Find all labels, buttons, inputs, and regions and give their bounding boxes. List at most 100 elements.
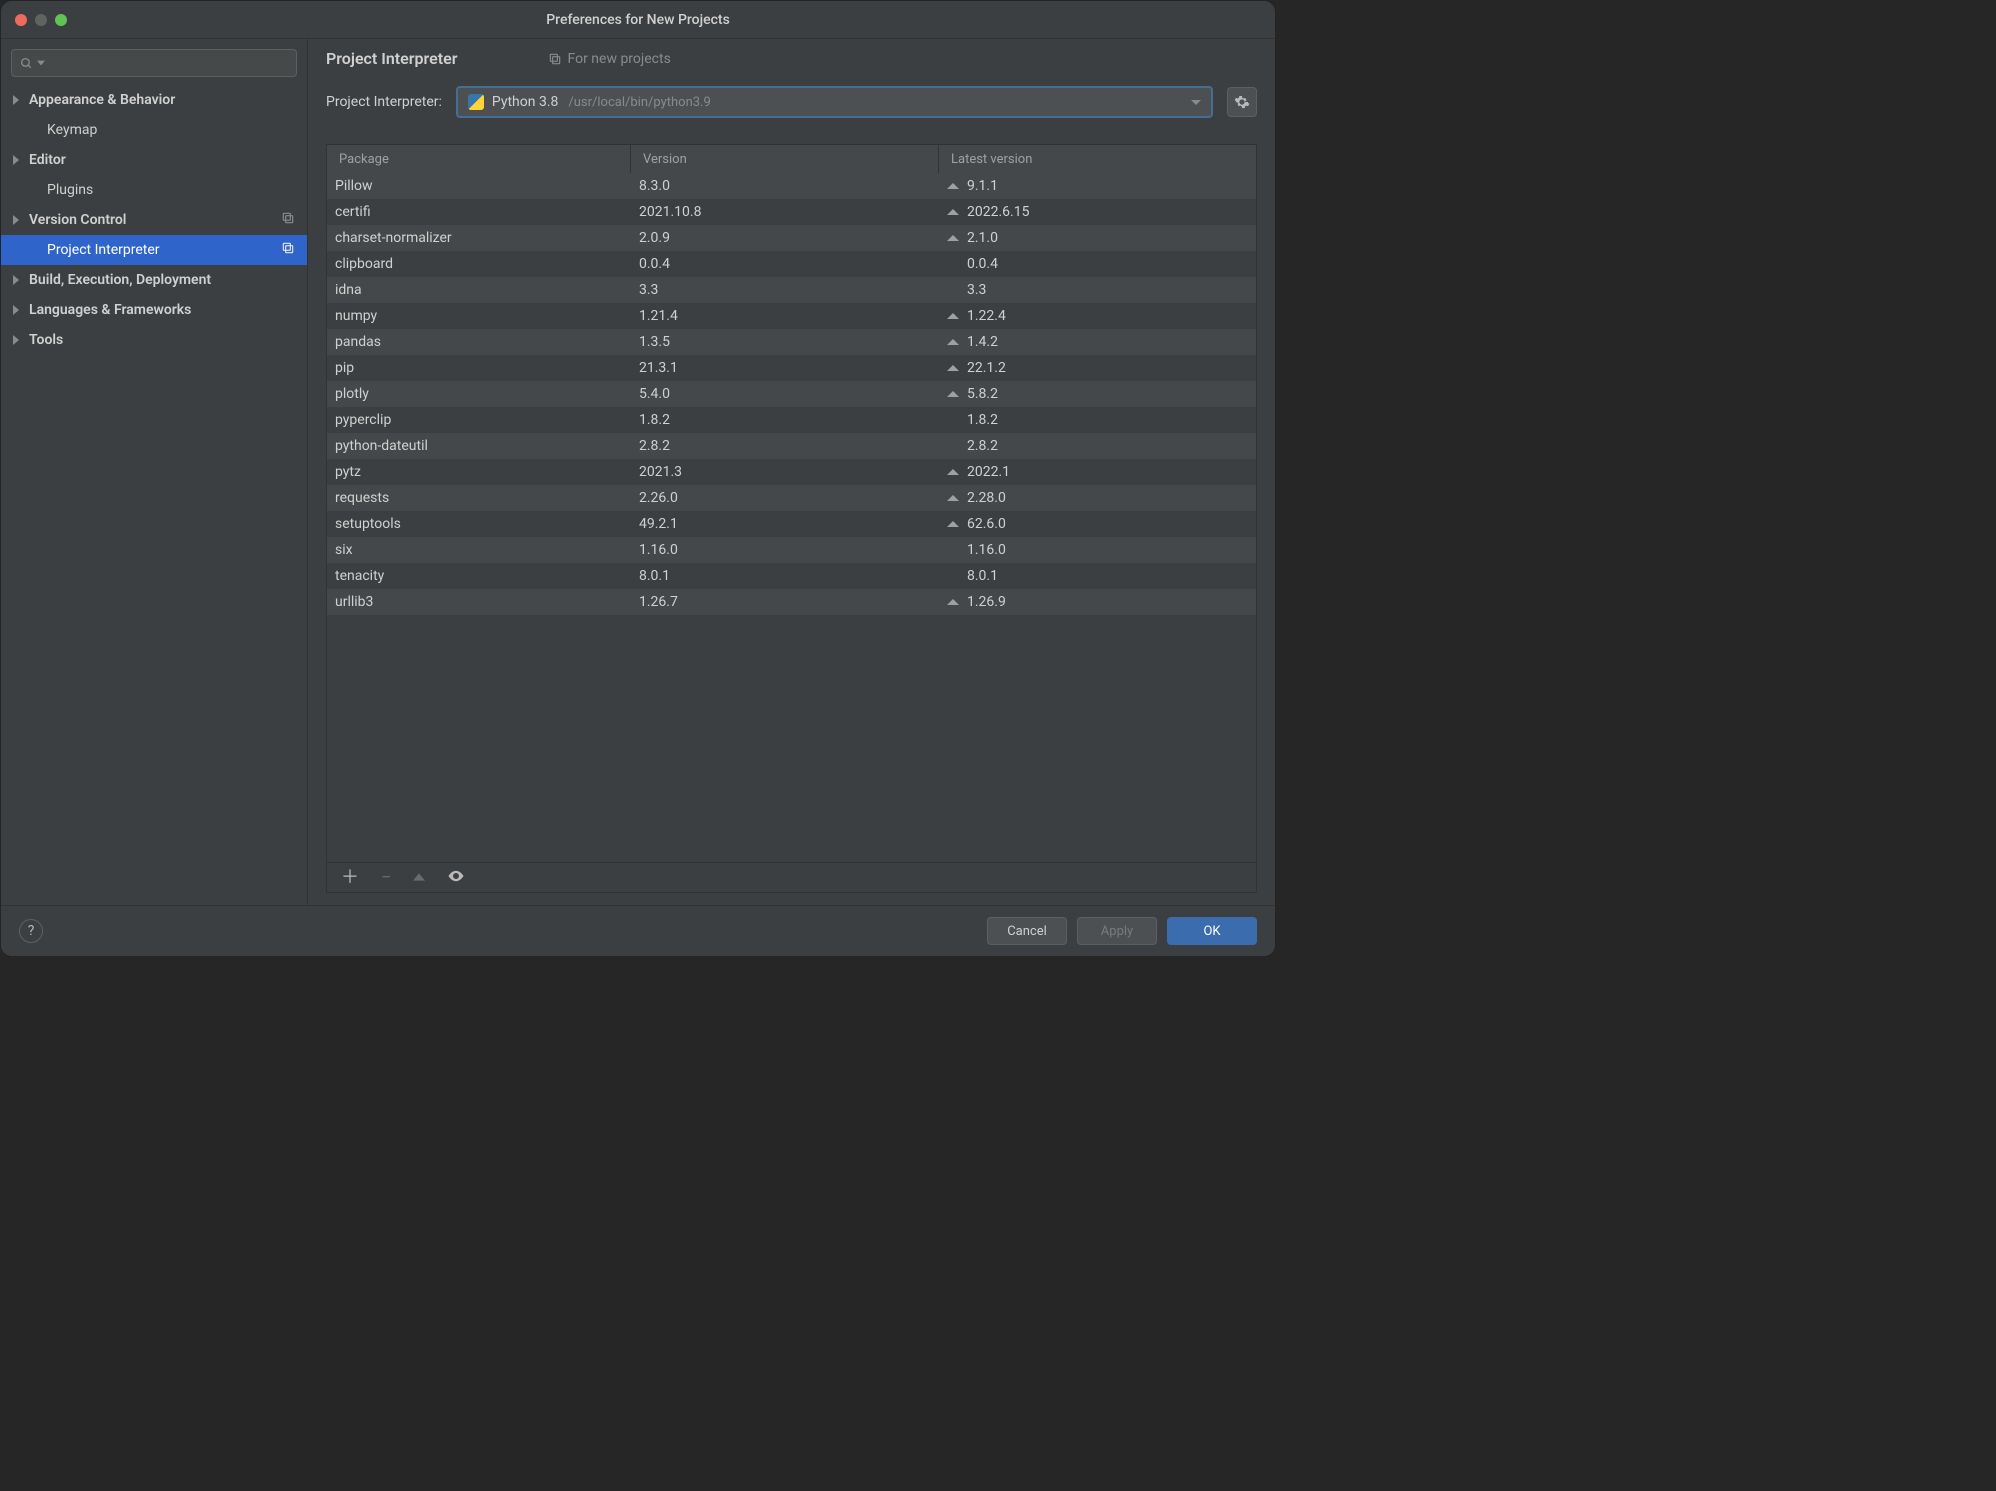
- cell-version: 2.26.0: [631, 490, 939, 506]
- sidebar-item-appearance-behavior[interactable]: Appearance & Behavior: [1, 85, 307, 115]
- cell-version: 8.0.1: [631, 568, 939, 584]
- table-row[interactable]: pip21.3.122.1.2: [327, 355, 1256, 381]
- cell-package: requests: [327, 490, 631, 506]
- sidebar-item-editor[interactable]: Editor: [1, 145, 307, 175]
- search-field[interactable]: [49, 55, 288, 72]
- cell-latest: 5.8.2: [939, 386, 1256, 402]
- cell-version: 8.3.0: [631, 178, 939, 194]
- cell-latest: 2022.1: [939, 464, 1256, 480]
- table-row[interactable]: tenacity8.0.18.0.1: [327, 563, 1256, 589]
- sidebar: Appearance & Behavior Keymap EditorPlugins…: [1, 39, 308, 905]
- help-button[interactable]: ?: [19, 919, 43, 943]
- cell-package: pytz: [327, 464, 631, 480]
- main-panel: Project Interpreter For new projects Pro…: [308, 39, 1275, 905]
- upgrade-package-button[interactable]: [413, 869, 425, 887]
- upgrade-available-icon: [947, 365, 959, 371]
- interpreter-label: Project Interpreter:: [326, 94, 442, 110]
- cell-version: 0.0.4: [631, 256, 939, 272]
- cell-package: pip: [327, 360, 631, 376]
- upgrade-available-icon: [947, 599, 959, 605]
- sidebar-item-plugins[interactable]: Plugins: [1, 175, 307, 205]
- cell-version: 21.3.1: [631, 360, 939, 376]
- show-early-releases-button[interactable]: [447, 867, 465, 889]
- table-body: Pillow8.3.09.1.1certifi2021.10.82022.6.1…: [327, 173, 1256, 862]
- cell-package: pyperclip: [327, 412, 631, 428]
- upgrade-available-icon: [947, 521, 959, 527]
- sidebar-item-project-interpreter[interactable]: Project Interpreter: [1, 235, 307, 265]
- table-row[interactable]: six1.16.01.16.0: [327, 537, 1256, 563]
- table-row[interactable]: pandas1.3.51.4.2: [327, 329, 1256, 355]
- cell-version: 3.3: [631, 282, 939, 298]
- table-row[interactable]: numpy1.21.41.22.4: [327, 303, 1256, 329]
- chevron-right-icon: [13, 215, 19, 225]
- cancel-button[interactable]: Cancel: [987, 917, 1067, 945]
- cell-latest: 1.16.0: [939, 542, 1256, 558]
- cell-version: 49.2.1: [631, 516, 939, 532]
- table-row[interactable]: Pillow8.3.09.1.1: [327, 173, 1256, 199]
- cell-latest: 62.6.0: [939, 516, 1256, 532]
- table-row[interactable]: idna3.33.3: [327, 277, 1256, 303]
- table-row[interactable]: python-dateutil2.8.22.8.2: [327, 433, 1256, 459]
- sidebar-item-label: Build, Execution, Deployment: [29, 272, 211, 288]
- search-input[interactable]: [11, 49, 297, 77]
- titlebar: Preferences for New Projects: [1, 1, 1275, 39]
- sidebar-item-label: Tools: [29, 332, 63, 348]
- table-row[interactable]: pyperclip1.8.21.8.2: [327, 407, 1256, 433]
- cell-package: charset-normalizer: [327, 230, 631, 246]
- table-row[interactable]: charset-normalizer2.0.92.1.0: [327, 225, 1256, 251]
- interpreter-dropdown[interactable]: Python 3.8 /usr/local/bin/python3.9: [456, 86, 1213, 118]
- apply-button[interactable]: Apply: [1077, 917, 1157, 945]
- cell-version: 1.3.5: [631, 334, 939, 350]
- for-new-projects-label: For new projects: [548, 51, 671, 67]
- cell-latest: 2022.6.15: [939, 204, 1256, 220]
- cell-package: clipboard: [327, 256, 631, 272]
- sidebar-item-languages-frameworks[interactable]: Languages & Frameworks: [1, 295, 307, 325]
- sidebar-item-label: Keymap: [47, 122, 97, 138]
- sidebar-item-keymap[interactable]: Keymap: [1, 115, 307, 145]
- table-header: Package Version Latest version: [327, 145, 1256, 173]
- cell-package: setuptools: [327, 516, 631, 532]
- ok-button[interactable]: OK: [1167, 917, 1257, 945]
- cell-latest: 1.8.2: [939, 412, 1256, 428]
- upgrade-available-icon: [947, 313, 959, 319]
- table-row[interactable]: setuptools49.2.162.6.0: [327, 511, 1256, 537]
- table-row[interactable]: certifi2021.10.82022.6.15: [327, 199, 1256, 225]
- column-header-version[interactable]: Version: [631, 145, 939, 173]
- cell-latest: 0.0.4: [939, 256, 1256, 272]
- preferences-window: Preferences for New Projects Appearance …: [0, 0, 1276, 957]
- cell-package: certifi: [327, 204, 631, 220]
- chevron-down-icon: [37, 59, 45, 67]
- cell-version: 2021.3: [631, 464, 939, 480]
- sidebar-item-build-execution-deployment[interactable]: Build, Execution, Deployment: [1, 265, 307, 295]
- upgrade-available-icon: [947, 235, 959, 241]
- cell-package: six: [327, 542, 631, 558]
- table-row[interactable]: clipboard0.0.40.0.4: [327, 251, 1256, 277]
- eye-icon: [447, 867, 465, 885]
- add-package-button[interactable]: ＋: [341, 869, 359, 887]
- page-title: Project Interpreter: [326, 49, 458, 68]
- cell-latest: 1.22.4: [939, 308, 1256, 324]
- chevron-right-icon: [13, 155, 19, 165]
- search-icon: [20, 57, 33, 70]
- sidebar-item-tools[interactable]: Tools: [1, 325, 307, 355]
- column-header-package[interactable]: Package: [327, 145, 631, 173]
- cell-latest: 9.1.1: [939, 178, 1256, 194]
- window-title: Preferences for New Projects: [15, 12, 1261, 28]
- cell-package: plotly: [327, 386, 631, 402]
- table-row[interactable]: plotly5.4.05.8.2: [327, 381, 1256, 407]
- table-row[interactable]: requests2.26.02.28.0: [327, 485, 1256, 511]
- upgrade-available-icon: [947, 209, 959, 215]
- sidebar-item-label: Version Control: [29, 212, 126, 228]
- upgrade-available-icon: [947, 391, 959, 397]
- column-header-latest[interactable]: Latest version: [939, 145, 1256, 173]
- cell-version: 5.4.0: [631, 386, 939, 402]
- package-toolbar: ＋ −: [327, 862, 1256, 892]
- table-row[interactable]: urllib31.26.71.26.9: [327, 589, 1256, 615]
- sidebar-item-version-control[interactable]: Version Control: [1, 205, 307, 235]
- cell-latest: 2.1.0: [939, 230, 1256, 246]
- remove-package-button[interactable]: −: [381, 869, 391, 887]
- upgrade-available-icon: [947, 183, 959, 189]
- interpreter-settings-button[interactable]: [1227, 87, 1257, 117]
- table-row[interactable]: pytz2021.32022.1: [327, 459, 1256, 485]
- sidebar-item-label: Project Interpreter: [47, 242, 160, 258]
